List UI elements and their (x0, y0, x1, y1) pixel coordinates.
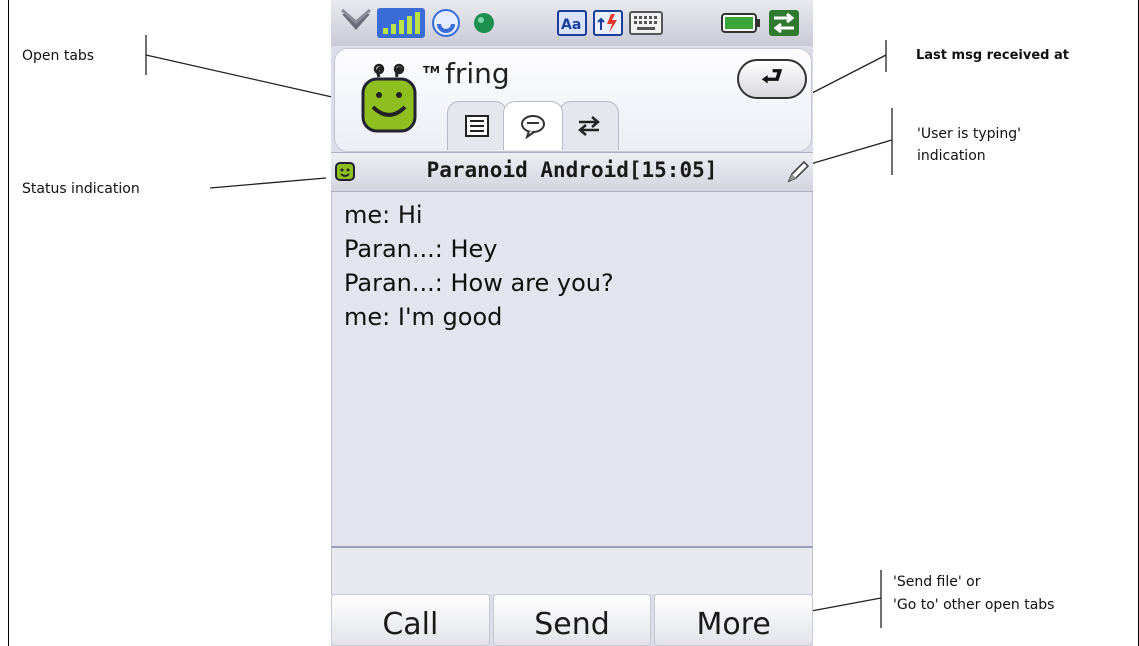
annotation-last-msg: Last msg received at (916, 48, 1069, 63)
pencil-icon (787, 160, 810, 183)
chat-history[interactable]: me: Hi Paran...: Hey Paran...: How are y… (331, 192, 813, 546)
text-input-icon: Aa (557, 10, 587, 36)
message-list: me: Hi Paran...: Hey Paran...: How are y… (332, 198, 614, 334)
annotation-send-file-line1: 'Send file' or (893, 574, 981, 590)
more-button[interactable]: More (654, 594, 814, 646)
sync-icon (432, 9, 460, 37)
open-tabs (447, 101, 619, 151)
svg-text:Aa: Aa (561, 17, 581, 33)
message-item: me: I'm good (344, 303, 503, 331)
status-bar: Aa (331, 0, 813, 46)
annotation-typing-line1: 'User is typing' (917, 126, 1022, 142)
annotation-send-file-line2: 'Go to' other open tabs (893, 597, 1055, 613)
annotation-typing-line2: indication (917, 148, 986, 164)
conversation-title: Paranoid Android[15:05] (426, 158, 718, 182)
app-name: fring (445, 57, 510, 90)
trademark-label: TM (423, 65, 440, 76)
dropdown-icon[interactable] (339, 8, 373, 38)
annotation-status-indication: Status indication (22, 181, 140, 197)
annotation-open-tabs: Open tabs (22, 48, 95, 64)
conversation-title-bar: Paranoid Android[15:05] (331, 152, 813, 192)
message-input[interactable] (331, 546, 813, 594)
data-transfer-icon (769, 10, 799, 36)
softkey-bar: Call Send More (331, 594, 814, 646)
message-item: Paran...: Hey (344, 235, 498, 263)
contacts-list-icon (465, 115, 489, 137)
app-header: TM fring ⮐ (334, 48, 812, 152)
message-item: me: Hi (344, 201, 423, 229)
battery-icon (721, 13, 760, 33)
gprs-icon (593, 10, 623, 36)
chat-bubble-icon (521, 115, 545, 139)
back-arrow-icon: ⮐ (761, 62, 783, 90)
back-button[interactable]: ⮐ (737, 59, 807, 99)
tab-contacts[interactable] (447, 101, 507, 150)
tab-chat[interactable] (503, 101, 563, 150)
signal-strength-icon (377, 8, 425, 38)
transfer-arrows-icon (578, 116, 600, 136)
call-button[interactable]: Call (331, 594, 490, 646)
send-button[interactable]: Send (492, 594, 652, 646)
phone-screen: Aa TM fring ⮐ Paranoid Android[15:05] me… (331, 0, 814, 646)
message-item: Paran...: How are you? (344, 269, 614, 297)
globe-icon (474, 13, 494, 33)
tab-transfer[interactable] (559, 101, 619, 150)
fring-mascot-icon (361, 63, 417, 133)
keyboard-icon (629, 11, 663, 35)
